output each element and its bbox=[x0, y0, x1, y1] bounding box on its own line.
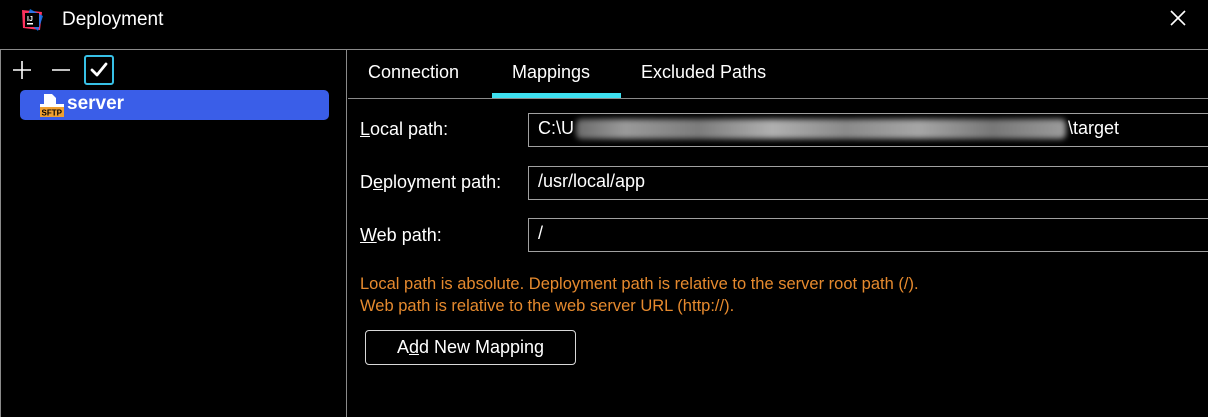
plus-icon[interactable] bbox=[7, 55, 37, 85]
intellij-idea-icon: IJ bbox=[22, 9, 43, 31]
deployment-settings-panel: Connection Mappings Excluded Paths Local… bbox=[348, 50, 1208, 417]
deployment-path-field[interactable]: /usr/local/app bbox=[528, 166, 1208, 200]
hint-local-deployment: Local path is absolute. Deployment path … bbox=[360, 275, 919, 293]
server-label: server bbox=[67, 93, 125, 114]
window-title: Deployment bbox=[62, 9, 164, 30]
deployment-path-label: Deployment path: bbox=[360, 172, 502, 192]
minus-icon[interactable] bbox=[46, 55, 76, 85]
local-path-label: Local path: bbox=[360, 119, 449, 139]
set-default-button[interactable] bbox=[84, 55, 114, 85]
hint-web-path: Web path is relative to the web server U… bbox=[360, 297, 735, 315]
redacted-path bbox=[576, 119, 1066, 140]
local-path-field[interactable]: C:\U \target bbox=[528, 113, 1208, 147]
web-path-field[interactable]: / bbox=[528, 218, 1208, 252]
sftp-icon: SFTP bbox=[40, 94, 64, 117]
tab-bar: Connection Mappings Excluded Paths bbox=[348, 50, 1208, 99]
svg-text:SFTP: SFTP bbox=[42, 109, 63, 118]
svg-text:IJ: IJ bbox=[27, 16, 33, 23]
title-bar: IJ Deployment bbox=[0, 0, 1208, 50]
tab-connection[interactable]: Connection bbox=[368, 62, 459, 83]
add-new-mapping-button[interactable]: Add New Mapping bbox=[365, 330, 576, 365]
active-tab-indicator bbox=[492, 93, 621, 98]
tab-excluded-paths[interactable]: Excluded Paths bbox=[641, 62, 766, 83]
web-path-label: Web path: bbox=[360, 225, 442, 245]
server-list-panel: SFTP server bbox=[0, 50, 347, 417]
server-list-item[interactable]: SFTP server bbox=[20, 90, 329, 120]
close-icon[interactable] bbox=[1165, 5, 1191, 31]
tab-mappings[interactable]: Mappings bbox=[512, 62, 590, 83]
checkmark-icon bbox=[90, 62, 108, 77]
